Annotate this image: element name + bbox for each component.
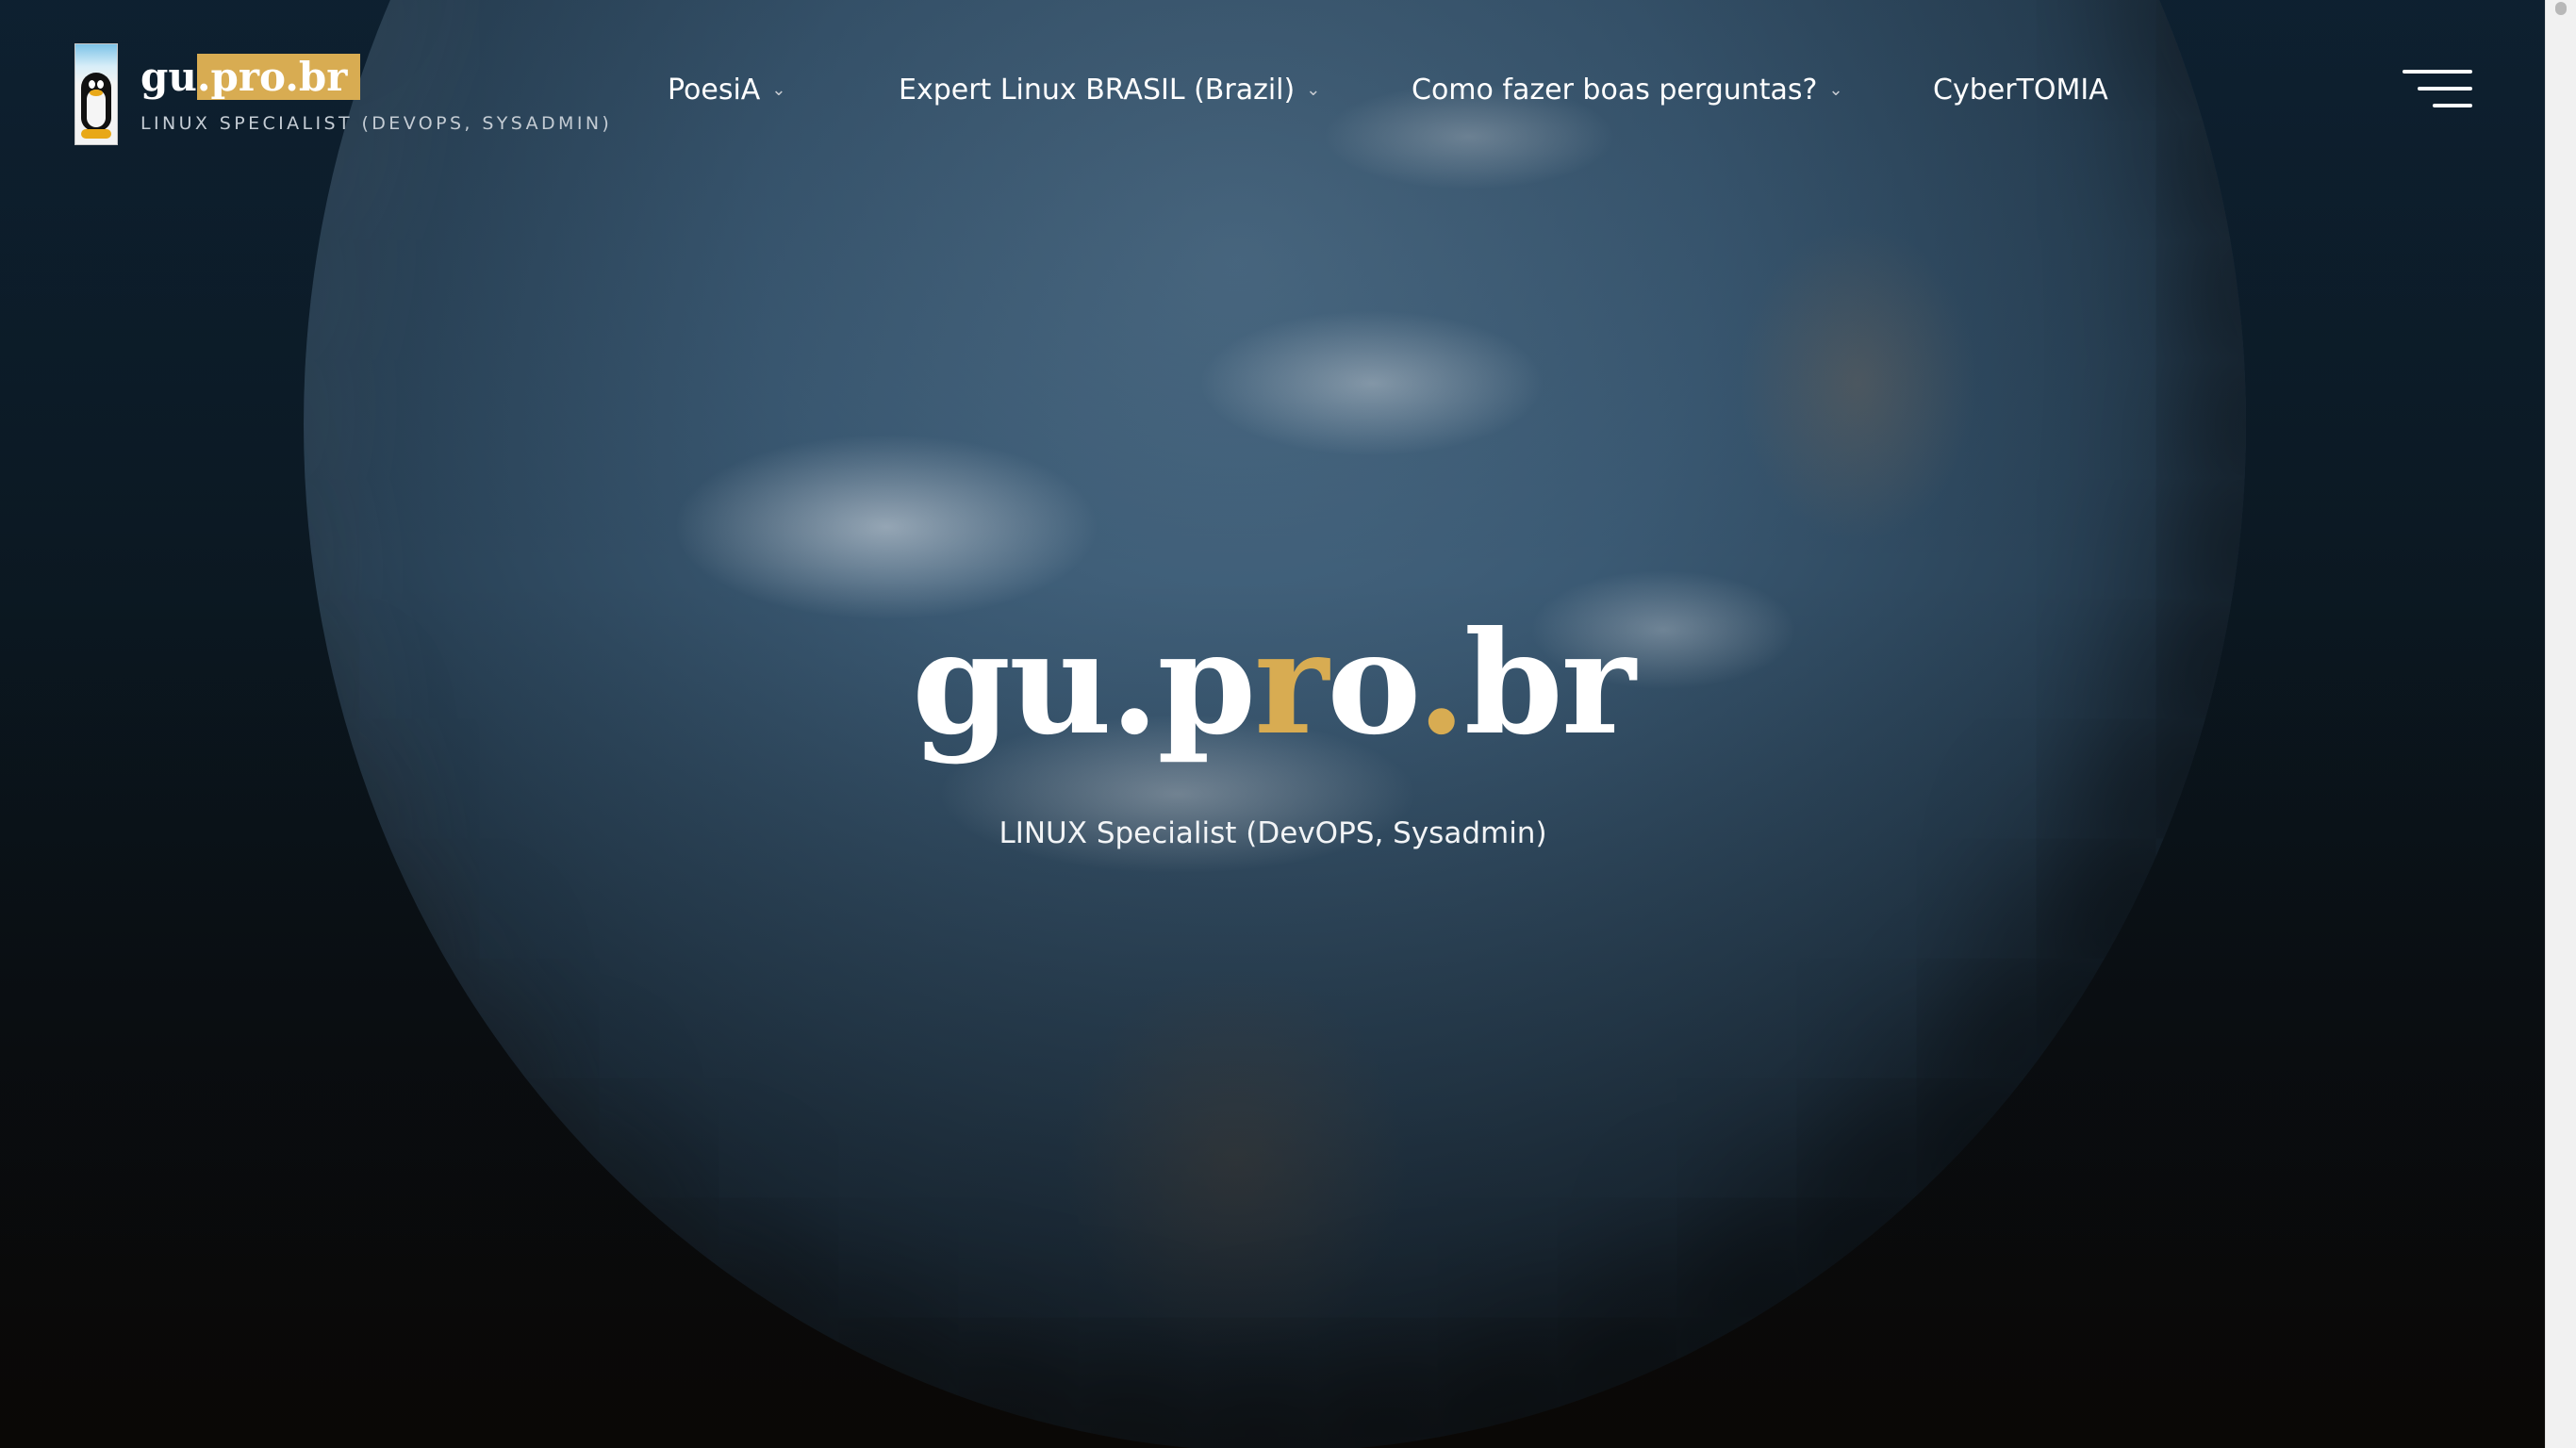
nav-item-expert-linux-brasil[interactable]: Expert Linux BRASIL (Brazil) ⌄ [899, 68, 1320, 113]
site-title-link[interactable]: gu.pro.br [140, 51, 361, 104]
hero-subtitle: LINUX Specialist (DevOPS, Sysadmin) [999, 816, 1547, 850]
hamburger-line [2418, 87, 2472, 90]
nav-item-label: CyberTOMIA [1933, 74, 2108, 107]
hero-title-part: gu.p [912, 601, 1256, 766]
page: gu.pro.br LINUX SPECIALIST (DEVOPS, SYSA… [0, 0, 2576, 1448]
nav-item-como-fazer-boas-perguntas[interactable]: Como fazer boas perguntas? ⌄ [1412, 68, 1843, 113]
scrollbar-thumb[interactable] [2555, 2, 2567, 15]
chevron-down-icon: ⌄ [771, 80, 786, 100]
hamburger-line [2433, 104, 2472, 107]
site-title-highlight: .pro.br [196, 54, 361, 100]
hero-title: gu.pro.br [0, 603, 2546, 764]
hero-title-accent: . [1416, 601, 1466, 766]
vertical-scrollbar[interactable] [2545, 0, 2576, 1448]
tux-eye [89, 80, 95, 89]
site-header: gu.pro.br LINUX SPECIALIST (DEVOPS, SYSA… [0, 0, 2546, 179]
nav-item-label: PoesiA [668, 74, 761, 107]
nav-item-cybertomia[interactable]: CyberTOMIA [1933, 68, 2108, 113]
tux-feet [81, 129, 111, 139]
hero-title-accent: r [1254, 601, 1329, 766]
hero-title-part: br [1463, 601, 1636, 766]
nav-item-label: Expert Linux BRASIL (Brazil) [899, 74, 1296, 107]
tux-eye [97, 80, 104, 89]
tux-beak [90, 90, 103, 96]
site-tagline: LINUX SPECIALIST (DEVOPS, SYSADMIN) [140, 113, 613, 134]
hero-title-part: o [1327, 601, 1418, 766]
chevron-down-icon: ⌄ [1306, 80, 1321, 100]
chevron-down-icon: ⌄ [1828, 80, 1843, 100]
site-title-prefix: gu [140, 54, 197, 100]
hamburger-menu-icon[interactable] [2403, 68, 2472, 111]
nav-item-label: Como fazer boas perguntas? [1412, 74, 1818, 107]
nav-item-poesia[interactable]: PoesiA ⌄ [668, 68, 785, 113]
site-logo[interactable] [74, 43, 118, 145]
hamburger-line [2403, 70, 2472, 74]
